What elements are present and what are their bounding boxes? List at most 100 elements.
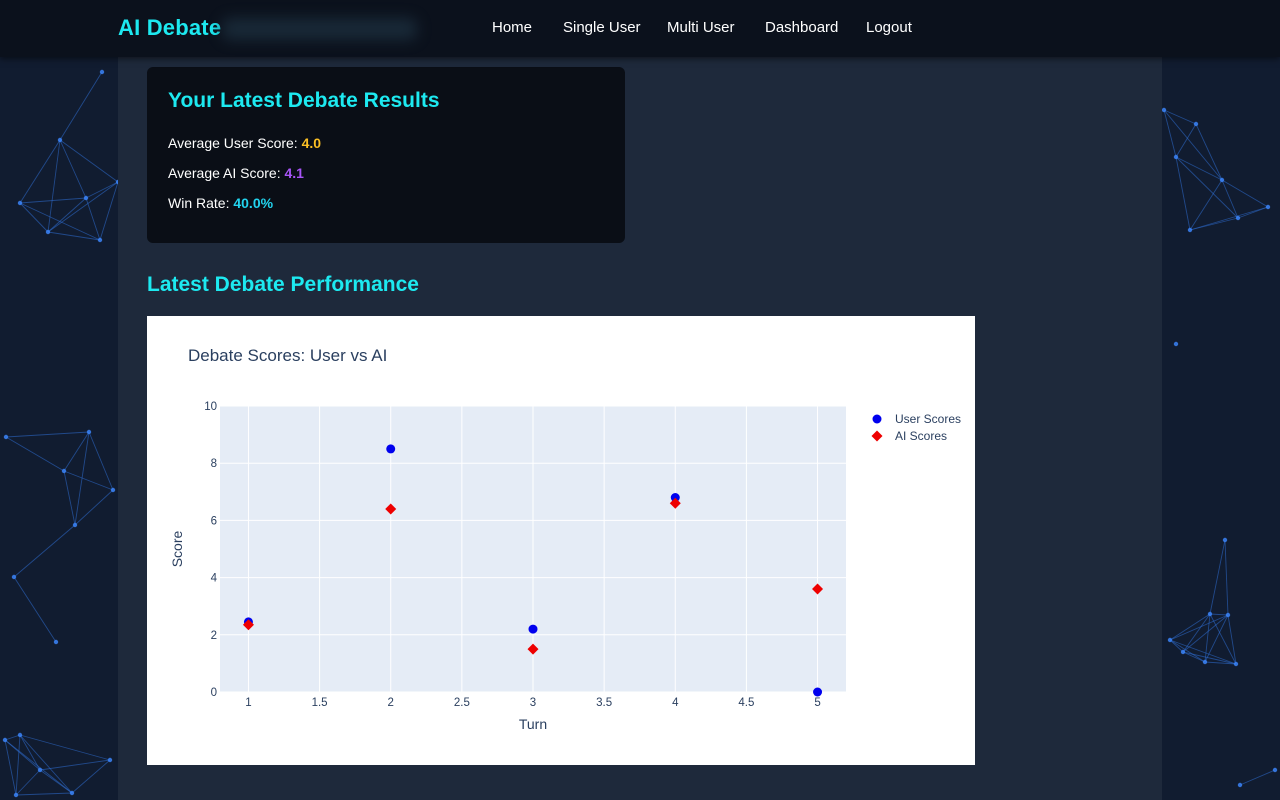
- x-tick-label: 1: [245, 697, 251, 709]
- network-line: [1163, 109, 1197, 125]
- network-line: [1175, 156, 1223, 181]
- chart-legend: User Scores AI Scores: [871, 412, 961, 443]
- network-line: [59, 139, 87, 199]
- network-line: [13, 524, 76, 578]
- network-node: [99, 69, 105, 75]
- network-line: [63, 470, 114, 491]
- network-line: [85, 197, 101, 241]
- network-line: [59, 139, 119, 183]
- x-tick-label: 4: [672, 697, 679, 709]
- network-line: [19, 734, 73, 794]
- network-line: [47, 197, 87, 233]
- network-line: [1182, 651, 1206, 663]
- network-node: [69, 790, 75, 796]
- x-tick-label: 5: [814, 697, 820, 709]
- nav-menu: Home Single User Multi User Dashboard Lo…: [0, 19, 1280, 41]
- network-line: [1195, 123, 1223, 181]
- legend-ai-label: AI Scores: [895, 429, 947, 443]
- x-tick-label: 2.5: [454, 697, 470, 709]
- network-line: [1175, 123, 1197, 158]
- nav-logout-link[interactable]: Logout: [866, 19, 912, 36]
- network-line: [1189, 206, 1269, 231]
- network-node: [110, 487, 116, 493]
- network-line: [1224, 539, 1229, 616]
- network-node: [1237, 782, 1243, 788]
- network-line: [5, 431, 90, 438]
- network-line: [1175, 156, 1239, 219]
- avg-user-score-value: 4.0: [301, 135, 322, 151]
- network-node: [97, 237, 103, 243]
- network-line: [39, 769, 73, 794]
- network-node: [53, 639, 59, 645]
- network-line: [1209, 539, 1226, 615]
- network-line: [63, 431, 90, 472]
- network-line: [85, 181, 119, 199]
- y-tick-label: 10: [204, 401, 217, 413]
- y-tick-label: 0: [211, 687, 217, 699]
- network-line: [19, 202, 49, 233]
- network-line: [1189, 179, 1223, 231]
- x-tick-label: 2: [388, 697, 394, 709]
- scores-chart[interactable]: Debate Scores: User vs AI 1 1.5 2 2.5 3 3.5 4 4.…: [147, 316, 975, 765]
- x-tick-label: 1.5: [312, 697, 328, 709]
- network-node: [1265, 204, 1271, 210]
- network-line: [1189, 217, 1239, 231]
- latest-results-card: Your Latest Debate Results Average User …: [147, 67, 625, 243]
- y-axis-label: Score: [169, 531, 185, 568]
- y-tick-label: 8: [211, 458, 217, 470]
- legend-user-label: User Scores: [895, 412, 961, 426]
- network-node: [37, 767, 43, 773]
- network-node: [72, 522, 78, 528]
- network-cluster: [1161, 107, 1271, 347]
- network-node: [1222, 537, 1228, 543]
- avg-ai-score-value: 4.1: [284, 165, 304, 181]
- network-cluster: [1237, 767, 1278, 788]
- network-node: [1173, 154, 1179, 160]
- network-line: [1169, 613, 1211, 641]
- y-tick-label: 6: [211, 515, 217, 527]
- network-node: [3, 434, 9, 440]
- network-line: [15, 792, 73, 796]
- nav-home-link[interactable]: Home: [492, 19, 532, 36]
- legend-ai-marker: [871, 430, 883, 442]
- network-line: [1169, 639, 1184, 653]
- network-line: [47, 181, 119, 233]
- network-line: [99, 181, 119, 241]
- network-node: [86, 429, 92, 435]
- network-line: [47, 139, 61, 233]
- legend-user-marker: [872, 414, 882, 424]
- x-axis-label: Turn: [519, 716, 547, 732]
- network-line: [1169, 614, 1229, 641]
- user-score-point: [528, 624, 538, 634]
- performance-section-title: Latest Debate Performance: [147, 273, 419, 296]
- network-node: [1225, 612, 1231, 618]
- network-node: [1167, 637, 1173, 643]
- network-line: [5, 436, 65, 472]
- avg-user-score-stat: Average User Score: 4.0: [168, 135, 321, 151]
- network-node: [1193, 121, 1199, 127]
- network-line: [74, 489, 114, 526]
- network-line: [1175, 156, 1191, 231]
- network-node: [1202, 659, 1208, 665]
- nav-multi-user-link[interactable]: Multi User: [667, 19, 735, 36]
- network-node: [13, 792, 19, 798]
- network-node: [83, 195, 89, 201]
- network-line: [19, 197, 87, 204]
- nav-single-user-link[interactable]: Single User: [563, 19, 641, 36]
- user-score-point: [813, 687, 823, 697]
- win-rate-label: Win Rate:: [168, 195, 230, 211]
- network-line: [15, 734, 21, 796]
- x-tick-label: 3.5: [596, 697, 612, 709]
- network-cluster: [17, 69, 121, 243]
- y-tick-label: 2: [211, 630, 217, 642]
- network-node: [1161, 107, 1167, 113]
- network-node: [1233, 661, 1239, 667]
- network-line: [19, 139, 61, 204]
- nav-dashboard-link[interactable]: Dashboard: [765, 19, 838, 36]
- network-line: [63, 470, 76, 526]
- results-title: Your Latest Debate Results: [168, 89, 440, 112]
- avg-user-score-label: Average User Score:: [168, 135, 298, 151]
- network-node: [17, 200, 23, 206]
- network-node: [2, 737, 8, 743]
- network-cluster: [2, 732, 113, 798]
